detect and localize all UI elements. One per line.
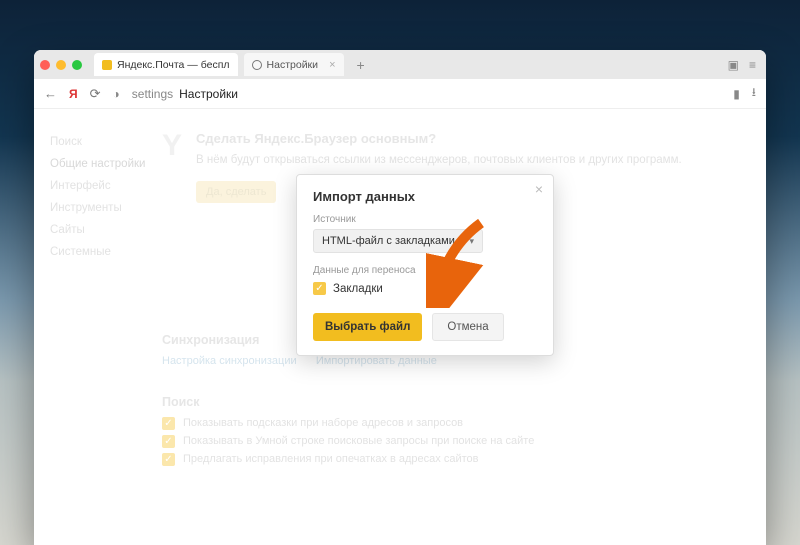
tab-label: Яндекс.Почта — беспл [117, 59, 230, 71]
new-tab-button[interactable]: + [350, 55, 372, 75]
address-bar: ← Я ⟳ ◑ settings Настройки ▮ ⭳ [34, 79, 766, 109]
gear-icon [252, 60, 262, 70]
close-window-icon[interactable] [40, 60, 50, 70]
chevron-down-icon: ▾ [469, 236, 474, 247]
menu-icon[interactable]: ≡ [749, 58, 756, 72]
tab-mail[interactable]: Яндекс.Почта — беспл [94, 53, 238, 76]
tab-bar: Яндекс.Почта — беспл Настройки × + ▣ ≡ [34, 50, 766, 79]
downloads-icon[interactable]: ⭳ [752, 83, 756, 104]
choose-file-button[interactable]: Выбрать файл [313, 313, 422, 341]
browser-window: Яндекс.Почта — беспл Настройки × + ▣ ≡ ←… [34, 50, 766, 545]
back-button[interactable]: ← [44, 86, 57, 101]
panel-icon[interactable]: ▣ [728, 58, 739, 72]
source-select[interactable]: HTML-файл с закладками ▾ [313, 229, 483, 253]
bookmarks-checkbox[interactable]: ✓ [313, 282, 326, 295]
reload-button[interactable]: ⟳ [90, 86, 101, 102]
source-label: Источник [313, 214, 537, 225]
close-tab-icon[interactable]: × [329, 59, 335, 71]
address-host: settings [132, 87, 173, 101]
import-dialog: × Импорт данных Источник HTML-файл с зак… [296, 174, 554, 356]
address-page: Настройки [179, 87, 238, 101]
bookmark-icon[interactable]: ▮ [733, 87, 740, 101]
yandex-mail-favicon-icon [102, 60, 112, 70]
bookmarks-label: Закладки [333, 283, 383, 295]
minimize-window-icon[interactable] [56, 60, 66, 70]
zoom-window-icon[interactable] [72, 60, 82, 70]
tab-settings[interactable]: Настройки × [244, 53, 344, 76]
transfer-label: Данные для переноса [313, 265, 537, 276]
address-field[interactable]: settings Настройки [132, 87, 721, 101]
site-info-icon[interactable]: ◑ [113, 87, 120, 101]
tab-label: Настройки [267, 59, 319, 71]
window-controls[interactable] [40, 60, 82, 70]
dialog-close-button[interactable]: × [535, 181, 543, 197]
source-value: HTML-файл с закладками [322, 235, 455, 247]
cancel-button[interactable]: Отмена [432, 313, 503, 341]
yandex-logo-icon[interactable]: Я [69, 87, 78, 101]
dialog-title: Импорт данных [313, 189, 537, 204]
